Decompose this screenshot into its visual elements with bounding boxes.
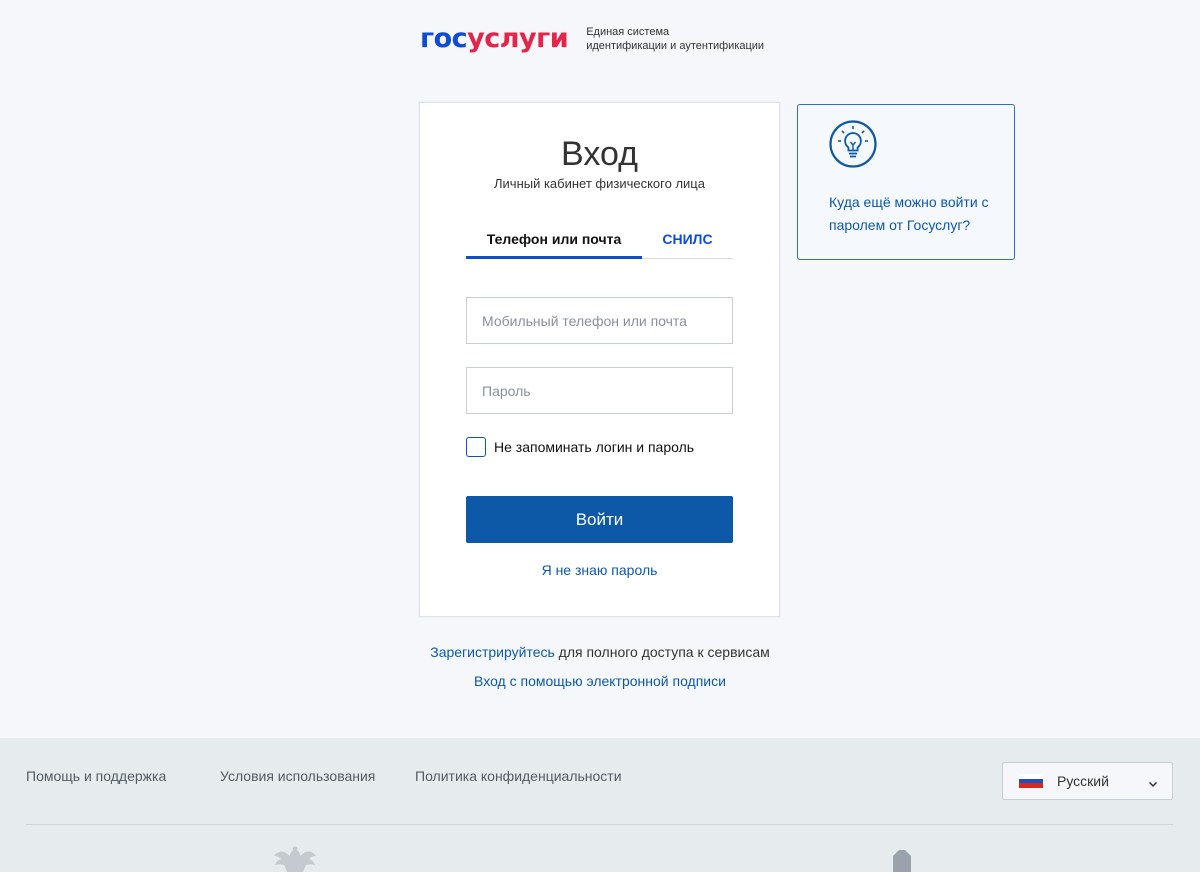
- chevron-down-icon: [1148, 776, 1158, 794]
- footer-link-privacy[interactable]: Политика конфиденциальности: [415, 768, 622, 784]
- header: госуслуги Единая система идентификации и…: [420, 22, 764, 56]
- register-line: Зарегистрируйтесь для полного доступа к …: [0, 644, 1200, 660]
- language-label: Русский: [1057, 773, 1109, 789]
- login-input[interactable]: [466, 297, 733, 344]
- system-subtitle-line-1: Единая система: [586, 26, 670, 38]
- other-services-card[interactable]: Куда ещё можно войти с паролем от Госусл…: [797, 104, 1015, 260]
- remember-checkbox[interactable]: [466, 437, 486, 457]
- footer-link-terms[interactable]: Условия использования: [220, 768, 375, 784]
- language-select[interactable]: Русский: [1002, 762, 1173, 800]
- tab-phone-or-email[interactable]: Телефон или почта: [466, 227, 642, 259]
- login-subtitle: Личный кабинет физического лица: [494, 176, 705, 191]
- login-button[interactable]: Войти: [466, 496, 733, 543]
- footer-link-help[interactable]: Помощь и поддержка: [26, 768, 166, 784]
- remember-label: Не запоминать логин и пароль: [494, 439, 695, 455]
- gosuslugi-logo[interactable]: госуслуги: [420, 22, 569, 56]
- other-services-text[interactable]: Куда ещё можно войти с паролем от Госусл…: [829, 191, 1004, 237]
- logo-part-1: гос: [420, 23, 468, 54]
- russia-flag-icon: [1019, 774, 1043, 789]
- footer-divider: [26, 824, 1173, 825]
- logo-part-2: услуги: [467, 23, 569, 54]
- login-card: Вход Личный кабинет физического лица Тел…: [419, 102, 780, 617]
- login-title: Вход: [561, 135, 638, 173]
- electronic-signature-link[interactable]: Вход с помощью электронной подписи: [0, 673, 1200, 689]
- system-subtitle: Единая система идентификации и аутентифи…: [586, 25, 764, 53]
- tab-snils[interactable]: СНИЛС: [642, 227, 733, 259]
- remember-option[interactable]: Не запоминать логин и пароль: [466, 437, 694, 457]
- forgot-password-link[interactable]: Я не знаю пароль: [420, 562, 779, 578]
- register-text: для полного доступа к сервисам: [554, 644, 770, 660]
- register-link[interactable]: Зарегистрируйтесь: [430, 644, 555, 660]
- system-subtitle-line-2: идентификации и аутентификации: [586, 40, 765, 52]
- footer: Помощь и поддержка Условия использования…: [0, 738, 1200, 872]
- footer-logo-icon: [888, 850, 914, 872]
- lightbulb-icon: [829, 120, 877, 173]
- password-input[interactable]: [466, 367, 733, 414]
- coat-of-arms-icon: [270, 846, 320, 872]
- login-tabs: Телефон или почта СНИЛС: [466, 227, 733, 259]
